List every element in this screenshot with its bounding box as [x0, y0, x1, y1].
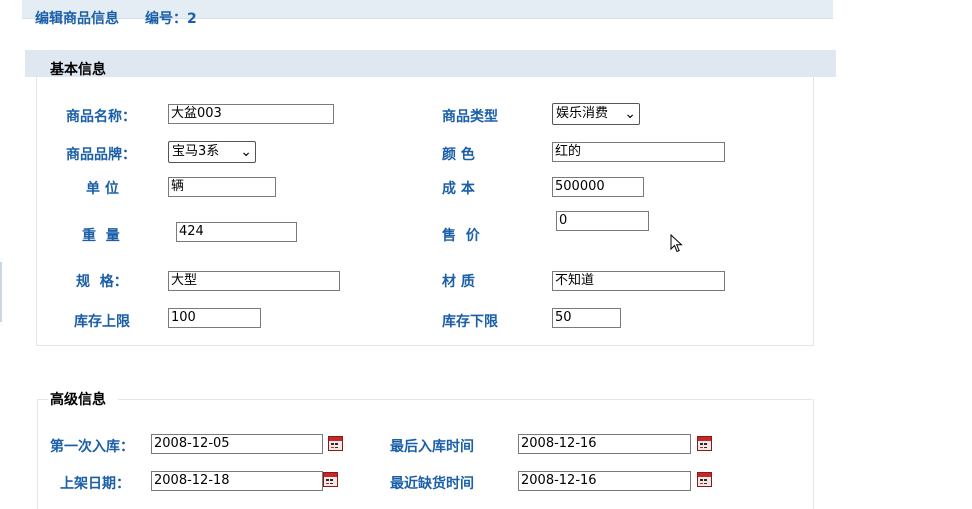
- basic-info-title: 基本信息: [50, 62, 106, 78]
- product-type-select[interactable]: 娱乐消费 ⌄: [552, 103, 640, 125]
- page-title: 编辑商品信息: [35, 11, 119, 27]
- basic-info-header: 基本信息: [25, 50, 836, 78]
- calendar-icon[interactable]: [323, 472, 338, 487]
- divider: [118, 399, 812, 400]
- product-type-value: 娱乐消费: [556, 106, 609, 121]
- weight-input[interactable]: 424: [176, 222, 297, 242]
- spec-input[interactable]: 大型: [168, 271, 340, 291]
- mouse-cursor-icon: [670, 234, 683, 253]
- shelf-date-input[interactable]: 2008-12-18: [151, 471, 323, 491]
- price-label: 售 价: [442, 228, 480, 244]
- cost-input[interactable]: 500000: [552, 177, 644, 197]
- last-in-label: 最后入库时间: [390, 439, 474, 455]
- color-input[interactable]: 红的: [552, 142, 725, 162]
- shortage-label: 最近缺货时间: [390, 476, 474, 492]
- page-header: 编辑商品信息 编号：2: [22, 0, 833, 27]
- chevron-down-icon: ⌄: [240, 144, 252, 160]
- divider: [38, 399, 48, 400]
- shortage-date-input[interactable]: 2008-12-16: [518, 471, 691, 491]
- advanced-info-title: 高级信息: [50, 392, 106, 408]
- last-in-date-input[interactable]: 2008-12-16: [518, 434, 691, 454]
- price-input[interactable]: 0: [556, 211, 649, 231]
- stock-max-input[interactable]: 100: [168, 308, 261, 328]
- calendar-icon[interactable]: [328, 436, 343, 451]
- shelf-date-label: 上架日期：: [60, 476, 130, 492]
- calendar-icon[interactable]: [697, 436, 712, 451]
- material-label: 材 质: [442, 274, 475, 290]
- product-type-label: 商品类型: [442, 109, 498, 125]
- product-name-label: 商品名称：: [66, 109, 136, 125]
- spec-label: 规 格：: [76, 274, 128, 290]
- stock-min-input[interactable]: 50: [552, 308, 621, 328]
- first-in-date-input[interactable]: 2008-12-05: [151, 434, 323, 454]
- unit-input[interactable]: 辆: [168, 177, 276, 197]
- product-brand-select[interactable]: 宝马3系 ⌄: [168, 141, 256, 163]
- chevron-down-icon: ⌄: [624, 106, 636, 122]
- weight-label: 重 量: [82, 228, 120, 244]
- unit-label: 单 位: [86, 181, 119, 197]
- record-id: 编号：2: [145, 11, 197, 27]
- stock-min-label: 库存下限: [442, 314, 498, 330]
- product-brand-label: 商品品牌：: [66, 147, 136, 163]
- material-input[interactable]: 不知道: [552, 271, 725, 291]
- first-in-label: 第一次入库：: [50, 439, 134, 455]
- color-label: 颜 色: [442, 147, 475, 163]
- calendar-icon[interactable]: [697, 472, 712, 487]
- stock-max-label: 库存上限: [74, 314, 130, 330]
- product-name-input[interactable]: 大盆003: [168, 104, 334, 124]
- basic-info-panel: [36, 77, 814, 346]
- cost-label: 成 本: [442, 181, 475, 197]
- left-frame-edge: [0, 262, 2, 322]
- product-brand-value: 宝马3系: [172, 144, 220, 159]
